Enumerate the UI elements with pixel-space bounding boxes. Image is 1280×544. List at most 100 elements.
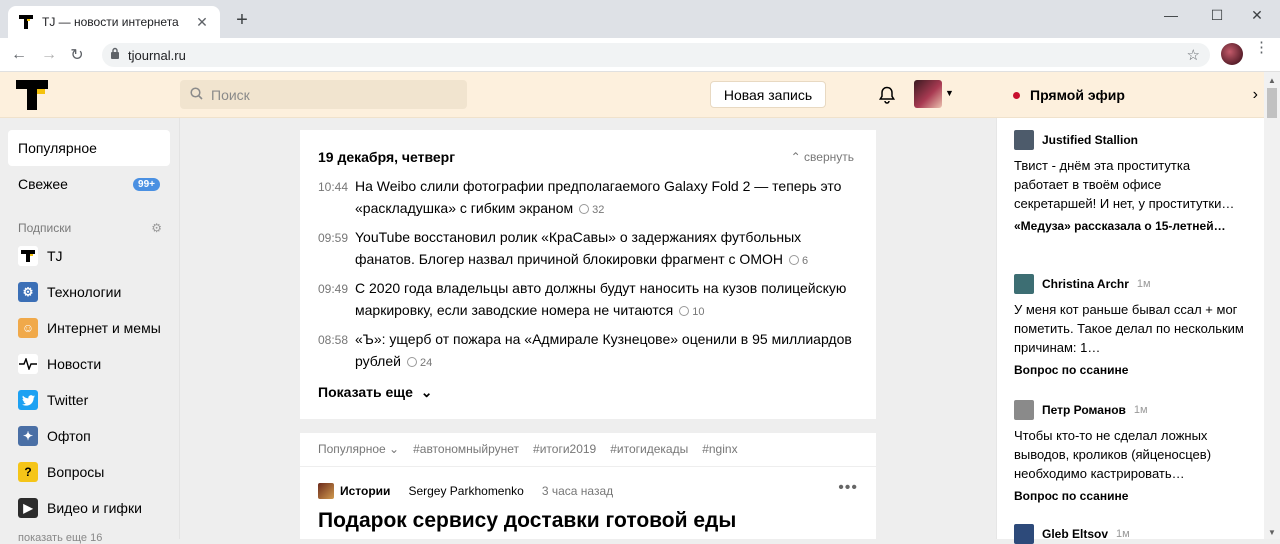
sidebar-item-questions[interactable]: ? Вопросы [8, 454, 170, 490]
comment-bubble-icon [579, 204, 590, 214]
sidebar-item-label: Свежее [18, 176, 68, 192]
live-feed-header[interactable]: Прямой эфир › [997, 72, 1262, 118]
live-label: Прямой эфир [1030, 87, 1125, 103]
sidebar-item-label: Популярное [18, 140, 97, 156]
sidebar-item-tj[interactable]: TJ [8, 238, 170, 274]
news-time: 08:58 [318, 333, 349, 347]
chevron-up-icon: ⌃ [790, 150, 801, 164]
article-author[interactable]: Sergey Parkhomenko [408, 484, 523, 498]
browser-profile-avatar[interactable] [1221, 43, 1243, 65]
news-headline[interactable]: С 2020 года владельцы авто должны будут … [355, 280, 846, 318]
more-options-icon[interactable]: ••• [838, 479, 858, 497]
comment-count[interactable]: 6 [788, 255, 808, 267]
tag-link[interactable]: #итогидекады [610, 442, 688, 456]
article-title[interactable]: Подарок сервису доставки готовой еды [318, 509, 736, 533]
sidebar-item-memes[interactable]: ☺ Интернет и мемы [8, 310, 170, 346]
browser-tab[interactable]: TJ — новости интернета ✕ [8, 6, 220, 38]
news-icon [18, 354, 38, 374]
divider [300, 466, 876, 467]
commenter-avatar[interactable] [1014, 524, 1034, 544]
sidebar-item-popular[interactable]: Популярное [8, 130, 170, 166]
video-icon: ▶ [18, 498, 38, 518]
tag-link[interactable]: #итоги2019 [533, 442, 596, 456]
scrollbar-thumb[interactable] [1267, 88, 1277, 118]
unread-badge: 99+ [133, 177, 160, 191]
scroll-down-icon[interactable]: ▼ [1268, 528, 1276, 537]
comment-time: 1м [1136, 278, 1151, 290]
comment-text[interactable]: У меня кот раньше бывал ссал + мог помет… [1014, 300, 1244, 357]
browser-tab-strip: TJ — новости интернета ✕ + — ☐ ✕ [0, 0, 1280, 38]
chevron-down-icon: ⌄ [420, 384, 433, 400]
comment-count[interactable]: 10 [679, 306, 704, 318]
tag-link[interactable]: #nginx [702, 442, 737, 456]
commenter-avatar[interactable] [1014, 400, 1034, 420]
tj-logo-icon[interactable] [16, 80, 48, 110]
bookmark-star-icon[interactable]: ☆ [1187, 46, 1200, 64]
commenter-name[interactable]: Christina Archr [1042, 277, 1129, 291]
live-comment[interactable]: Gleb Eltsov 1м [1014, 524, 1244, 544]
tag-link[interactable]: #автономныйрунет [413, 442, 519, 456]
filter-popular[interactable]: Популярное ⌄ [318, 442, 399, 456]
news-item[interactable]: 08:58 «Ъ»: ущерб от пожара на «Адмирале … [318, 328, 858, 372]
user-avatar[interactable] [914, 80, 942, 108]
gear-icon[interactable]: ⚙ [151, 221, 162, 235]
search-placeholder: Поиск [211, 86, 250, 103]
sidebar-item-tech[interactable]: ⚙ Технологии [8, 274, 170, 310]
sidebar-item-offtop[interactable]: ✦ Офтоп [8, 418, 170, 454]
news-headline[interactable]: YouTube восстановил ролик «КраСавы» о за… [355, 229, 801, 267]
new-post-button[interactable]: Новая запись [710, 81, 826, 108]
news-item[interactable]: 09:49 С 2020 года владельцы авто должны … [318, 277, 858, 321]
bell-icon[interactable] [877, 85, 897, 105]
search-input[interactable]: Поиск [180, 80, 467, 109]
new-tab-icon[interactable]: + [232, 10, 252, 30]
commenter-name[interactable]: Justified Stallion [1042, 133, 1138, 147]
article-time[interactable]: 3 часа назад [542, 484, 613, 498]
comment-text[interactable]: Твист - днём эта проститутка работает в … [1014, 156, 1244, 213]
site-header: Поиск Новая запись ▼ Прямой эфир › [0, 72, 1280, 118]
minimize-button[interactable]: — [1148, 0, 1194, 30]
category-icon [318, 483, 334, 499]
back-icon[interactable]: ← [8, 44, 30, 66]
comment-bubble-icon [406, 357, 417, 367]
address-bar[interactable]: tjournal.ru ☆ [102, 43, 1210, 67]
forward-icon[interactable]: → [38, 44, 60, 66]
live-comment[interactable]: Christina Archr 1м У меня кот раньше быва… [1014, 274, 1244, 377]
live-dot-icon [1013, 91, 1020, 99]
sidebar-item-news[interactable]: Новости [8, 346, 170, 382]
close-window-button[interactable]: ✕ [1234, 0, 1280, 30]
chevron-right-icon[interactable]: › [1253, 86, 1258, 104]
show-more-label: Показать еще [318, 384, 413, 400]
comment-bubble-icon [679, 306, 690, 316]
scroll-up-icon[interactable]: ▲ [1268, 76, 1276, 85]
comment-time: 1м [1116, 528, 1130, 540]
close-tab-icon[interactable]: ✕ [194, 14, 210, 31]
sidebar-item-fresh[interactable]: Свежее 99+ [8, 166, 170, 202]
browser-menu-icon[interactable]: ⋮ [1254, 40, 1269, 55]
url-text: tjournal.ru [128, 47, 186, 63]
comment-post-link[interactable]: Вопрос по ссанине [1014, 489, 1244, 503]
comment-post-link[interactable]: Вопрос по ссанине [1014, 363, 1244, 377]
news-item[interactable]: 09:59 YouTube восстановил ролик «КраСавы… [318, 226, 858, 270]
live-comment[interactable]: Петр Романов 1м Чтобы кто-то не сделал ло… [1014, 400, 1244, 503]
show-more-subscriptions-link[interactable]: показать еще 16 [18, 532, 102, 544]
live-comment[interactable]: Justified Stallion Твист - днём эта прос… [1014, 130, 1244, 233]
article-category[interactable]: Истории [340, 484, 390, 498]
commenter-avatar[interactable] [1014, 274, 1034, 294]
comment-post-link[interactable]: «Медуза» рассказала о 15-летней… [1014, 219, 1244, 233]
page-scrollbar[interactable]: ▲ ▼ [1264, 72, 1280, 539]
comment-count[interactable]: 24 [406, 357, 432, 369]
commenter-name[interactable]: Петр Романов [1042, 403, 1126, 417]
collapse-button[interactable]: ⌃ свернуть [791, 150, 854, 164]
sidebar-item-label: Видео и гифки [47, 500, 142, 516]
commenter-avatar[interactable] [1014, 130, 1034, 150]
comment-text[interactable]: Чтобы кто-то не сделал ложных выводов, к… [1014, 426, 1244, 483]
comment-count[interactable]: 32 [579, 204, 604, 216]
news-time: 09:59 [318, 231, 349, 245]
reload-icon[interactable]: ↻ [66, 44, 88, 66]
sidebar-item-twitter[interactable]: Twitter [8, 382, 170, 418]
sidebar-item-video[interactable]: ▶ Видео и гифки [8, 490, 170, 526]
show-more-button[interactable]: Показать еще ⌄ [318, 384, 433, 401]
news-item[interactable]: 10:44 На Weibo слили фотографии предпола… [318, 175, 858, 219]
tag-bar: Популярное ⌄ #автономныйрунет #итоги2019… [318, 442, 738, 456]
chevron-down-icon[interactable]: ▼ [945, 88, 954, 98]
